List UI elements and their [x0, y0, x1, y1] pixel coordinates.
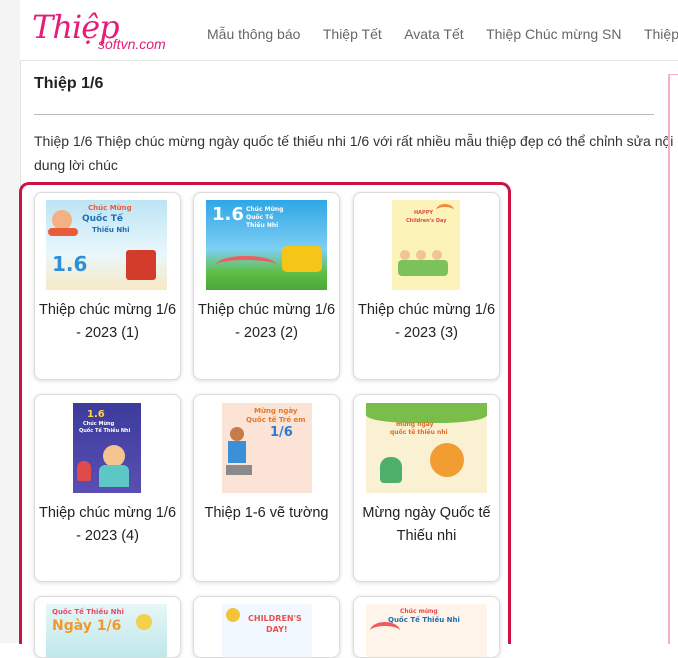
left-margin [0, 0, 21, 643]
nav-item-thiep-tet[interactable]: Thiệp Tết [323, 26, 382, 42]
logo-domain: softvn.com [98, 36, 166, 52]
nav-item-mau-thong-bao[interactable]: Mẫu thông báo [207, 26, 300, 42]
sidebar-edge [668, 74, 678, 644]
highlight-frame [19, 182, 511, 644]
nav-item-thiep-chuc-mung-sn[interactable]: Thiệp Chúc mừng SN [486, 26, 621, 42]
site-logo[interactable]: Thiệp softvn.com [32, 8, 192, 54]
page-description: Thiệp 1/6 Thiệp chúc mừng ngày quốc tế t… [34, 133, 674, 173]
page-title: Thiệp 1/6 [34, 75, 104, 92]
nav-item-avata-tet[interactable]: Avata Tết [404, 26, 463, 42]
nav-item-thiep-cut[interactable]: Thiệp c [644, 26, 678, 42]
main-nav: Mẫu thông báo Thiệp Tết Avata Tết Thiệp … [207, 26, 678, 44]
site-header: Thiệp softvn.com Mẫu thông báo Thiệp Tết… [20, 0, 678, 61]
title-divider [34, 114, 654, 115]
